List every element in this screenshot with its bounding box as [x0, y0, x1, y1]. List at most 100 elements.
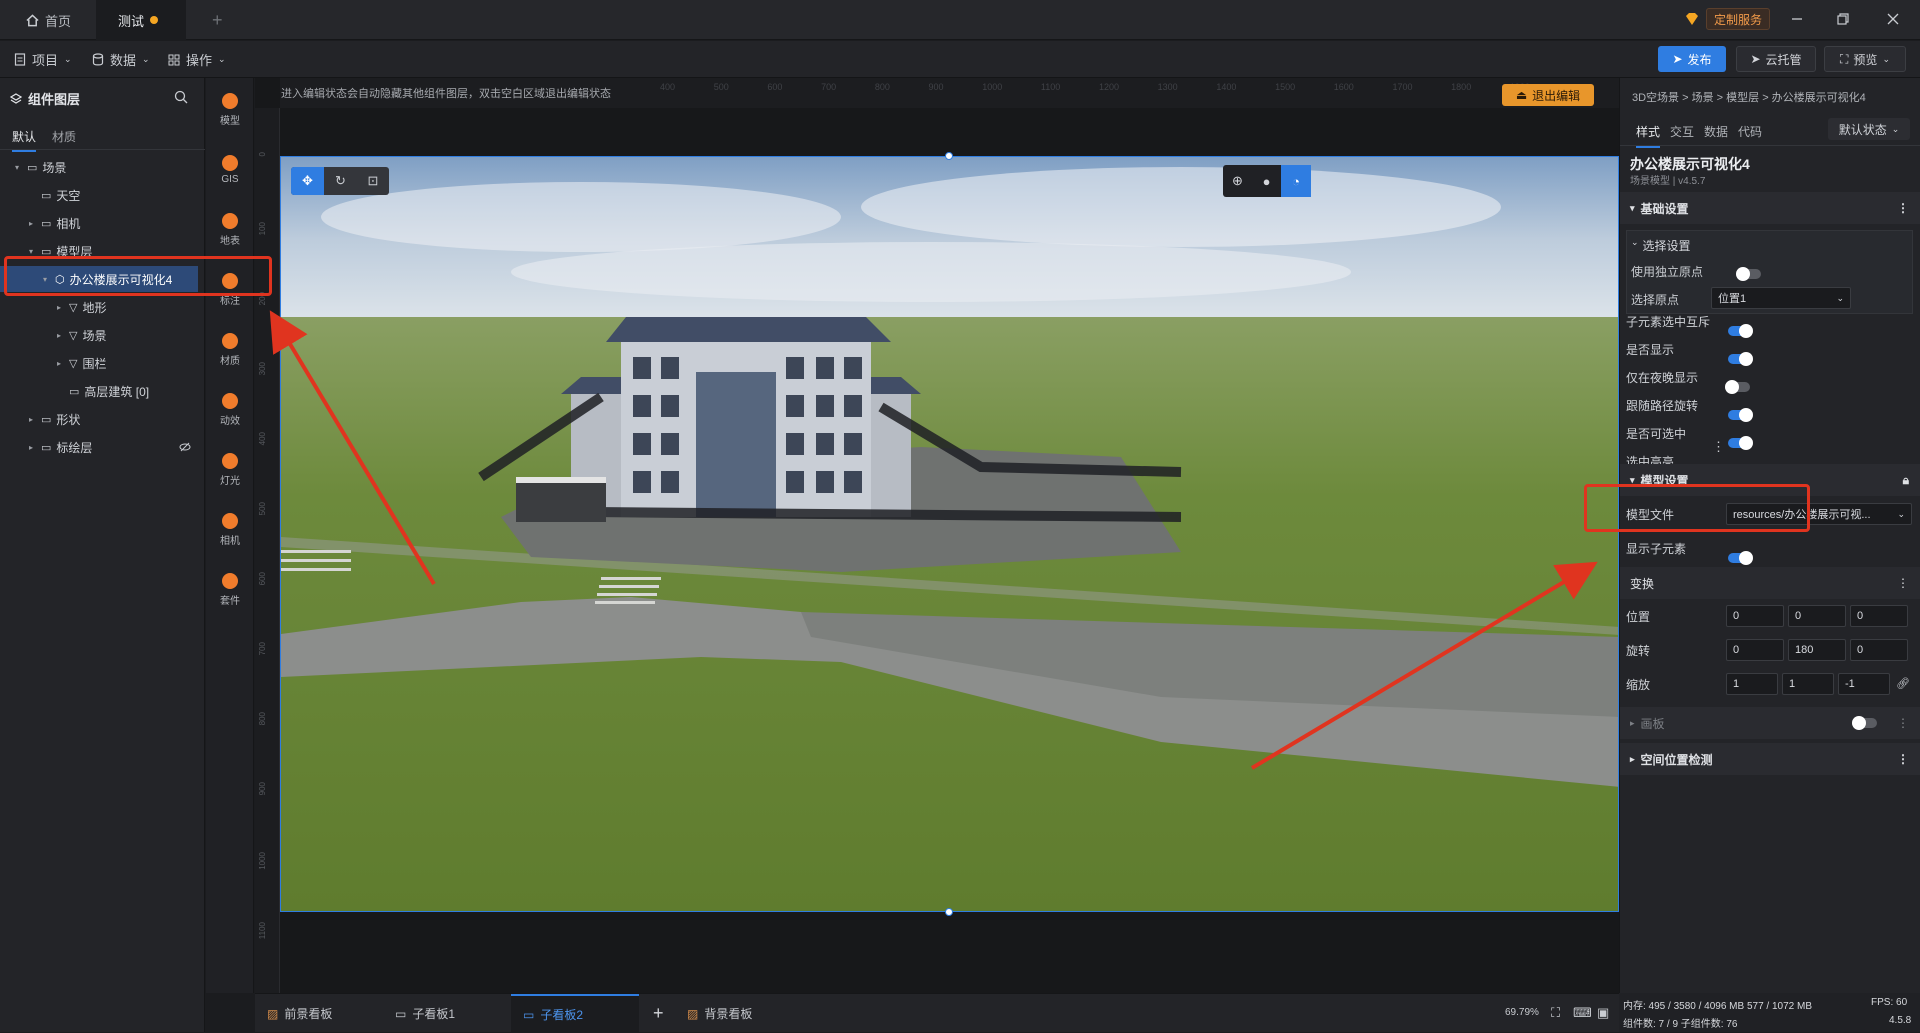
menu-operate[interactable]: 操作 ⌄	[168, 41, 226, 78]
board-tab-sub1[interactable]: ▭ 子看板1	[383, 994, 511, 1033]
rotation-x-input[interactable]: 0	[1726, 639, 1784, 661]
custom-service-button[interactable]: 定制服务	[1706, 8, 1770, 30]
gis-icon	[222, 155, 238, 171]
board-tab-background[interactable]: ▨ 背景看板	[675, 994, 803, 1033]
more-icon[interactable]: ⋮	[1712, 439, 1725, 455]
resize-handle-bottom[interactable]	[945, 908, 953, 916]
show-children-toggle[interactable]	[1728, 551, 1753, 565]
layer-tree-item[interactable]: ▾ ▭ 场景	[0, 154, 205, 180]
chevron-down-icon[interactable]: ▾	[12, 163, 22, 172]
cloud-hosting-button[interactable]: ➤ 云托管	[1736, 46, 1816, 72]
tab-data[interactable]: 数据	[1704, 123, 1728, 140]
chevron-down-icon[interactable]: ▾	[26, 247, 36, 256]
scale-x-input[interactable]: 1	[1726, 673, 1778, 695]
tab-default[interactable]: 默认	[12, 128, 37, 152]
selection-settings-header[interactable]: ⌄ 选择设置	[1631, 237, 1691, 254]
new-tab-button[interactable]: +	[190, 0, 245, 40]
section-basic-settings[interactable]: ▾ 基础设置 ⋮	[1620, 192, 1920, 224]
eye-hidden-icon[interactable]	[179, 442, 191, 452]
section-panel[interactable]: ▸ 画板 ⋮	[1620, 707, 1920, 739]
close-icon[interactable]	[1886, 12, 1900, 26]
more-icon[interactable]: ⋮	[1897, 576, 1909, 590]
chevron-right-icon[interactable]: ▸	[26, 415, 36, 424]
layer-tree-item[interactable]: ▸ ▭ 标绘层	[0, 434, 205, 460]
exit-edit-button[interactable]: ⏏ 退出编辑	[1502, 84, 1594, 106]
scale-z-input[interactable]: -1	[1838, 673, 1890, 695]
category-light[interactable]: 灯光	[206, 442, 254, 498]
chevron-right-icon[interactable]: ▸	[54, 303, 64, 312]
terminal-icon[interactable]: ▣	[1597, 1005, 1609, 1021]
category-model[interactable]: 模型	[206, 82, 254, 138]
preview-button[interactable]: ⛶ 预览 ⌄	[1824, 46, 1906, 72]
globe-icon[interactable]: ⊕	[1223, 165, 1252, 197]
ruler-tick-label: 1000	[982, 82, 1003, 92]
publish-button[interactable]: ➤ 发布	[1658, 46, 1726, 72]
toggle-label: 子元素选中互斥	[1626, 314, 1711, 329]
menu-project[interactable]: 项目 ⌄	[14, 41, 72, 78]
chevron-right-icon[interactable]: ▸	[26, 219, 36, 228]
use-origin-toggle[interactable]	[1736, 267, 1761, 281]
minimize-icon[interactable]	[1790, 12, 1804, 26]
scale-icon[interactable]: ⊡	[357, 167, 389, 195]
chevron-down-icon: ⌄	[1897, 508, 1905, 519]
category-camera[interactable]: 相机	[206, 502, 254, 558]
restore-icon[interactable]	[1836, 12, 1850, 26]
category-effect[interactable]: 动效	[206, 382, 254, 438]
chevron-right-icon[interactable]: ▸	[54, 359, 64, 368]
add-board-button[interactable]: +	[641, 994, 676, 1033]
tab-material[interactable]: 材质	[52, 128, 76, 145]
breadcrumb[interactable]: 3D空场景 > 场景 > 模型层 > 办公楼展示可视化4	[1632, 89, 1866, 105]
section-transform[interactable]: 变换 ⋮	[1620, 567, 1920, 599]
resize-handle-top[interactable]	[945, 152, 953, 160]
lock-icon[interactable]: 🔒︎	[1903, 473, 1909, 488]
chevron-right-icon[interactable]: ▸	[54, 331, 64, 340]
more-icon[interactable]: ⋮	[1897, 716, 1909, 730]
move-icon[interactable]: ✥	[291, 167, 324, 195]
tab-test[interactable]: 测试	[96, 0, 186, 40]
layer-tree-item[interactable]: ▸ ▽ 地形	[0, 294, 205, 320]
layer-tree-item[interactable]: ▸ ▽ 场景	[0, 322, 205, 348]
board-tab-foreground[interactable]: ▨ 前景看板	[255, 994, 383, 1033]
rotate-icon[interactable]: ↻	[324, 167, 357, 195]
layer-tree-item[interactable]: ▸ ▭ 形状	[0, 406, 205, 432]
fit-screen-icon[interactable]: ⛶	[1551, 1005, 1560, 1021]
tab-interaction[interactable]: 交互	[1670, 123, 1694, 140]
position-x-input[interactable]: 0	[1726, 605, 1784, 627]
chevron-right-icon[interactable]: ▸	[26, 443, 36, 452]
sphere-icon[interactable]: ●	[1252, 165, 1281, 197]
section-space-check[interactable]: ▸ 空间位置检测 ⋮	[1620, 743, 1920, 775]
menu-data[interactable]: 数据 ⌄	[92, 41, 150, 78]
board-tab-sub2[interactable]: ▭ 子看板2	[511, 994, 639, 1033]
link-icon[interactable]: 🔗︎	[1896, 677, 1910, 690]
layer-tree-item[interactable]: ▭ 高层建筑 [0]	[0, 378, 205, 404]
rotation-z-input[interactable]: 0	[1850, 639, 1908, 661]
ruler-tick-label: 1100	[1040, 82, 1061, 92]
chevron-down-icon: ▾	[1630, 202, 1635, 213]
keyboard-icon[interactable]: ⌨	[1573, 1005, 1592, 1021]
state-select[interactable]: 默认状态 ⌄	[1828, 118, 1910, 140]
ruler-tick-label: 0	[258, 152, 267, 157]
3d-scene-view[interactable]: ✥ ↻ ⊡ ⊕ ● ◔	[280, 156, 1619, 912]
layer-tree-item[interactable]: ▸ ▭ 相机	[0, 210, 205, 236]
panel-toggle[interactable]	[1852, 716, 1877, 730]
category-kit[interactable]: 套件	[206, 562, 254, 618]
tab-style[interactable]: 样式	[1636, 123, 1661, 148]
tab-code[interactable]: 代码	[1738, 123, 1762, 140]
more-icon[interactable]: ⋮	[1897, 201, 1909, 215]
position-y-input[interactable]: 0	[1788, 605, 1846, 627]
position-z-input[interactable]: 0	[1850, 605, 1908, 627]
category-material[interactable]: 材质	[206, 322, 254, 378]
layer-tree-item[interactable]: ▸ ▽ 围栏	[0, 350, 205, 376]
orbit-icon[interactable]: ◔	[1281, 165, 1311, 197]
zoom-level[interactable]: 69.79%	[1505, 1007, 1539, 1018]
scale-y-input[interactable]: 1	[1782, 673, 1834, 695]
layer-tree-item[interactable]: ▭ 天空	[0, 182, 205, 208]
category-surface[interactable]: 地表	[206, 202, 254, 258]
category-gis[interactable]: GIS	[206, 142, 254, 198]
section-panel-label: 画板	[1640, 716, 1665, 731]
rotation-y-input[interactable]: 180	[1788, 639, 1846, 661]
show-children-row: 显示子元素	[1620, 533, 1920, 565]
search-icon[interactable]	[174, 90, 188, 104]
more-icon[interactable]: ⋮	[1897, 752, 1909, 766]
tab-home[interactable]: 首页	[4, 0, 93, 40]
